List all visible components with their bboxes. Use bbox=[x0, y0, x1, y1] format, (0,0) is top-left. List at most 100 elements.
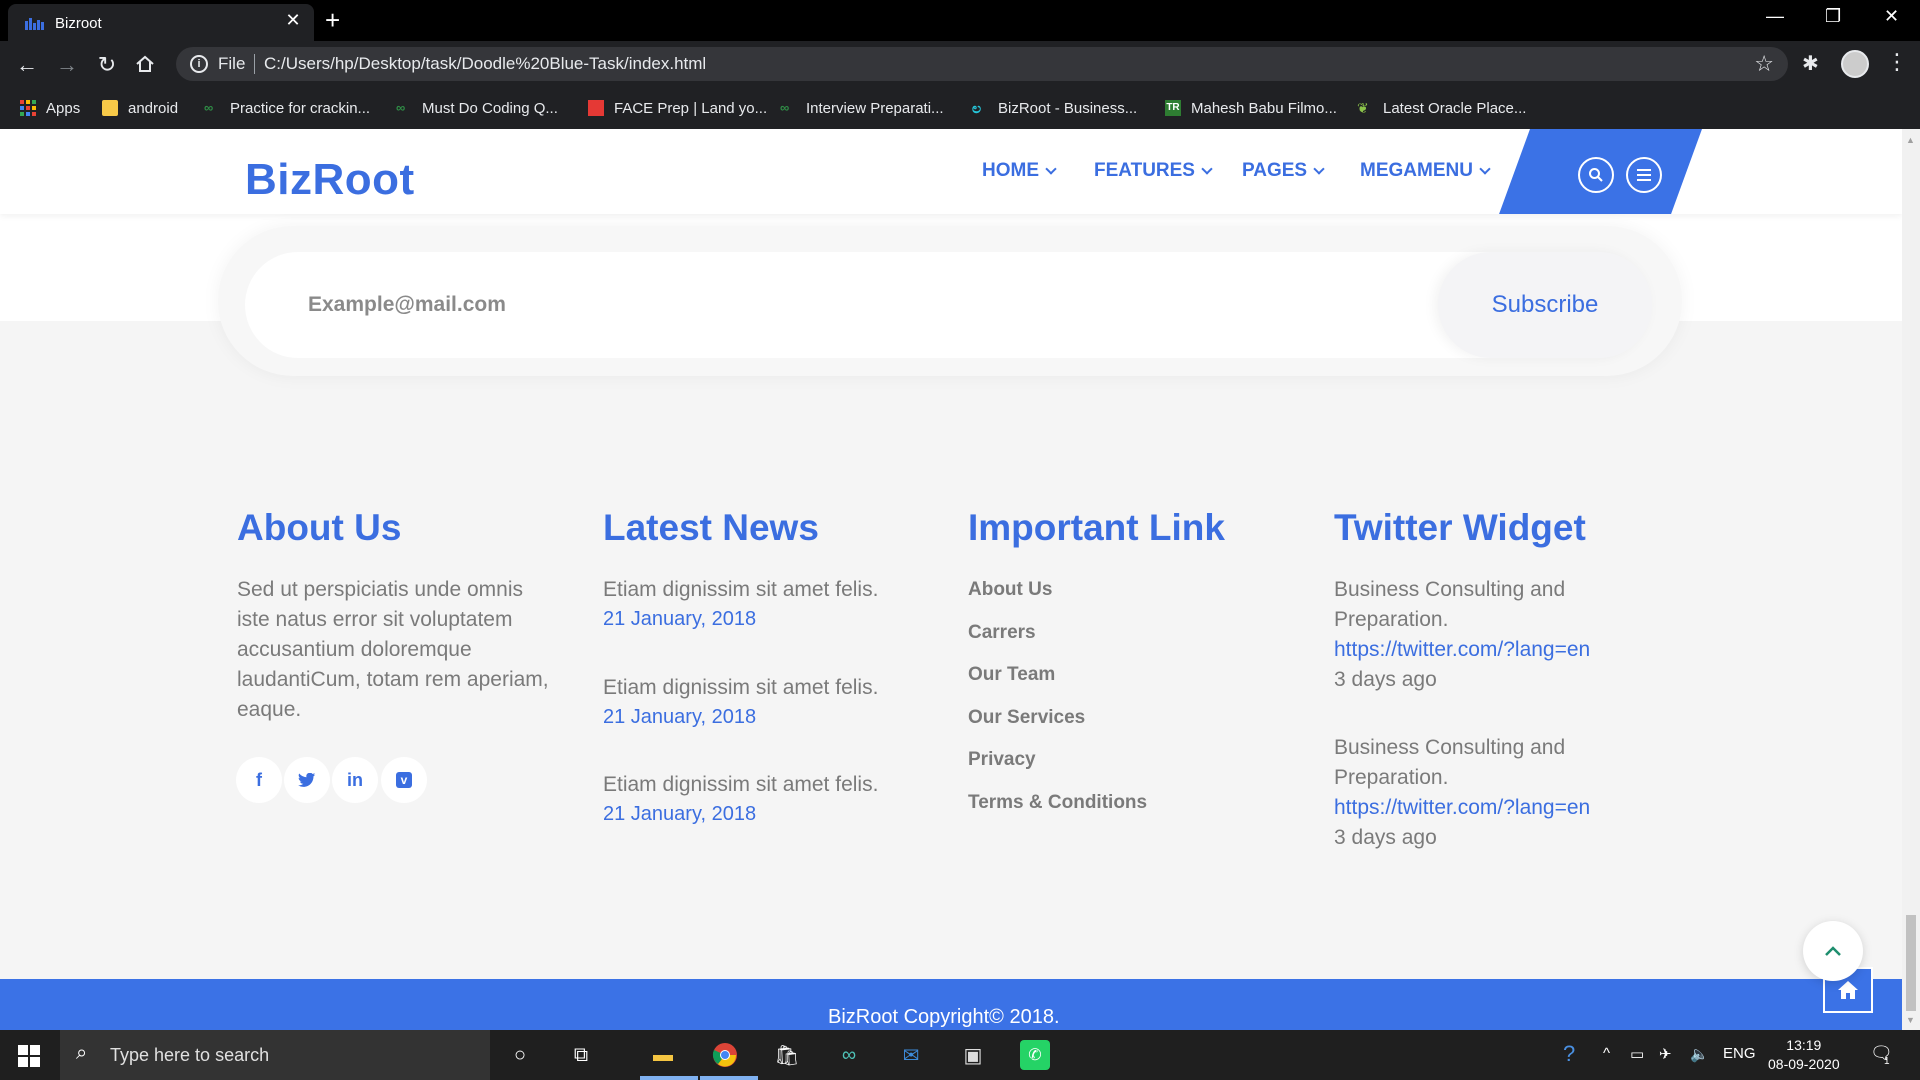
news-headline[interactable]: Etiam dignissim sit amet felis. bbox=[603, 773, 878, 797]
links-heading: Important Link bbox=[968, 507, 1225, 548]
bookmark-star-icon[interactable]: ☆ bbox=[1754, 51, 1774, 77]
brand-logo[interactable]: BizRoot bbox=[245, 155, 415, 205]
subscribe-button[interactable]: Subscribe bbox=[1438, 252, 1652, 358]
reload-icon[interactable]: ↻ bbox=[94, 52, 120, 78]
bookmark-faceprep[interactable]: FACE Prep | Land yo... bbox=[588, 97, 767, 119]
new-tab-button[interactable]: + bbox=[325, 5, 340, 36]
show-hidden-icons[interactable]: ^ bbox=[1603, 1045, 1610, 1062]
tweet-text: Business Consulting and Preparation. bbox=[1334, 736, 1566, 789]
bookmark-mahesh[interactable]: TR Mahesh Babu Filmo... bbox=[1165, 97, 1337, 119]
bookmark-interview[interactable]: ∞ Interview Preparati... bbox=[780, 97, 944, 119]
forward-icon[interactable]: → bbox=[54, 52, 80, 78]
vimeo-icon[interactable]: v bbox=[381, 757, 427, 803]
news-date[interactable]: 21 January, 2018 bbox=[603, 608, 756, 631]
clock-time: 13:19 bbox=[1786, 1037, 1822, 1053]
browser-tab-strip: Bizroot ✕ + — ❐ ✕ bbox=[0, 0, 1920, 41]
facebook-icon[interactable]: f bbox=[236, 757, 282, 803]
scrollbar-thumb[interactable] bbox=[1906, 915, 1916, 1011]
whatsapp-icon[interactable]: ✆ bbox=[1020, 1040, 1050, 1070]
bookmark-label: Mahesh Babu Filmo... bbox=[1191, 99, 1337, 117]
copyright-text: BizRoot Copyright© 2018. bbox=[828, 1006, 1060, 1028]
bookmark-label: Latest Oracle Place... bbox=[1383, 99, 1527, 117]
file-explorer-icon[interactable]: ▬ bbox=[648, 1040, 678, 1070]
bookmark-oracle[interactable]: ❦ Latest Oracle Place... bbox=[1357, 97, 1526, 119]
cortana-icon[interactable]: ○ bbox=[505, 1040, 535, 1070]
close-window-icon[interactable]: ✕ bbox=[1884, 6, 1899, 27]
search-icon: ⌕ bbox=[76, 1042, 88, 1064]
bookmark-must-do[interactable]: ∞ Must Do Coding Q... bbox=[396, 97, 558, 119]
page-scrollbar[interactable]: ▲ ▼ bbox=[1902, 129, 1920, 1030]
nav-megamenu[interactable]: MEGAMENU bbox=[1360, 160, 1491, 182]
leaf-icon: ❦ bbox=[1357, 100, 1369, 116]
news-date[interactable]: 21 January, 2018 bbox=[603, 803, 756, 826]
nav-label: FEATURES bbox=[1094, 160, 1195, 181]
linkedin-icon[interactable]: in bbox=[332, 757, 378, 803]
news-headline[interactable]: Etiam dignissim sit amet felis. bbox=[603, 676, 878, 700]
search-button[interactable] bbox=[1578, 157, 1614, 193]
scroll-up-arrow-icon[interactable]: ▲ bbox=[1906, 135, 1915, 145]
nav-home[interactable]: HOME bbox=[982, 160, 1057, 182]
link-our-services[interactable]: Our Services bbox=[968, 707, 1085, 729]
news-headline[interactable]: Etiam dignissim sit amet felis. bbox=[603, 578, 878, 602]
bookmark-bizroot[interactable]: ಲ BizRoot - Business... bbox=[972, 97, 1137, 119]
chevron-down-icon bbox=[1045, 162, 1057, 175]
link-terms[interactable]: Terms & Conditions bbox=[968, 792, 1147, 814]
about-text: Sed ut perspiciatis unde omnis iste natu… bbox=[237, 578, 549, 721]
tweet-link[interactable]: https://twitter.com/?lang=en bbox=[1334, 796, 1590, 820]
browser-menu-icon[interactable]: ⋮ bbox=[1886, 49, 1908, 75]
twitter-icon[interactable] bbox=[284, 757, 330, 803]
scroll-down-arrow-icon[interactable]: ▼ bbox=[1906, 1015, 1915, 1025]
browser-toolbar: ← → ↻ i File C:/Users/hp/Desktop/task/Do… bbox=[0, 41, 1920, 88]
home-icon[interactable] bbox=[135, 54, 155, 74]
help-icon[interactable]: ? bbox=[1563, 1041, 1575, 1067]
chevron-down-icon bbox=[1479, 162, 1491, 175]
link-about-us[interactable]: About Us bbox=[968, 579, 1052, 601]
taskbar-search-box[interactable]: ⌕ Type here to search bbox=[60, 1030, 490, 1080]
menu-button[interactable] bbox=[1626, 157, 1662, 193]
url-text[interactable]: C:/Users/hp/Desktop/task/Doodle%20Blue-T… bbox=[264, 54, 706, 74]
restore-icon[interactable]: ❐ bbox=[1825, 6, 1841, 27]
language-indicator[interactable]: ENG bbox=[1723, 1045, 1756, 1062]
scroll-to-top-button[interactable] bbox=[1803, 921, 1863, 981]
extensions-puzzle-icon[interactable]: ✱ bbox=[1802, 51, 1819, 76]
bookmark-apps[interactable]: Apps bbox=[20, 97, 80, 119]
app-icon[interactable]: ▣ bbox=[958, 1040, 988, 1070]
search-icon bbox=[1589, 168, 1603, 182]
store-icon[interactable]: 🛍 bbox=[772, 1040, 802, 1070]
minimize-icon[interactable]: — bbox=[1766, 6, 1784, 27]
tweet-time: 3 days ago bbox=[1334, 668, 1437, 691]
battery-icon[interactable]: ▭ bbox=[1630, 1045, 1644, 1063]
airplane-icon[interactable]: ✈ bbox=[1659, 1045, 1672, 1063]
nav-features[interactable]: FEATURES bbox=[1094, 160, 1213, 182]
gfg-icon: ∞ bbox=[396, 100, 406, 115]
news-date[interactable]: 21 January, 2018 bbox=[603, 706, 756, 729]
link-carrers[interactable]: Carrers bbox=[968, 622, 1036, 644]
task-view-icon[interactable]: ⧉ bbox=[566, 1040, 596, 1070]
link-privacy[interactable]: Privacy bbox=[968, 749, 1036, 771]
profile-avatar[interactable] bbox=[1841, 50, 1869, 78]
mail-icon[interactable]: ✉ bbox=[896, 1040, 926, 1070]
bookmark-practice[interactable]: ∞ Practice for crackin... bbox=[204, 97, 370, 119]
bookmark-label: Must Do Coding Q... bbox=[422, 99, 558, 117]
twitter-heading: Twitter Widget bbox=[1334, 507, 1586, 548]
address-bar[interactable]: i File C:/Users/hp/Desktop/task/Doodle%2… bbox=[176, 47, 1788, 81]
windows-start-icon[interactable] bbox=[18, 1045, 40, 1067]
chrome-icon[interactable] bbox=[710, 1040, 740, 1070]
faceprep-icon bbox=[588, 100, 604, 116]
tab-bizroot[interactable]: Bizroot ✕ bbox=[8, 4, 314, 41]
arduino-icon[interactable]: ∞ bbox=[834, 1040, 864, 1070]
tab-title: Bizroot bbox=[55, 15, 102, 32]
back-icon[interactable]: ← bbox=[14, 52, 40, 78]
info-icon[interactable]: i bbox=[190, 55, 208, 73]
tweet-link[interactable]: https://twitter.com/?lang=en bbox=[1334, 638, 1590, 662]
volume-icon[interactable]: 🔈 bbox=[1690, 1045, 1709, 1063]
close-tab-icon[interactable]: ✕ bbox=[282, 10, 304, 31]
nav-pages[interactable]: PAGES bbox=[1242, 160, 1325, 182]
nav-label: HOME bbox=[982, 160, 1039, 181]
system-clock[interactable]: 13:19 08-09-2020 bbox=[1768, 1036, 1840, 1074]
chevron-down-icon bbox=[1201, 162, 1213, 175]
link-our-team[interactable]: Our Team bbox=[968, 664, 1055, 686]
tr-icon: TR bbox=[1165, 100, 1181, 116]
bookmark-label: android bbox=[128, 99, 179, 117]
bookmark-android[interactable]: android bbox=[102, 97, 178, 119]
